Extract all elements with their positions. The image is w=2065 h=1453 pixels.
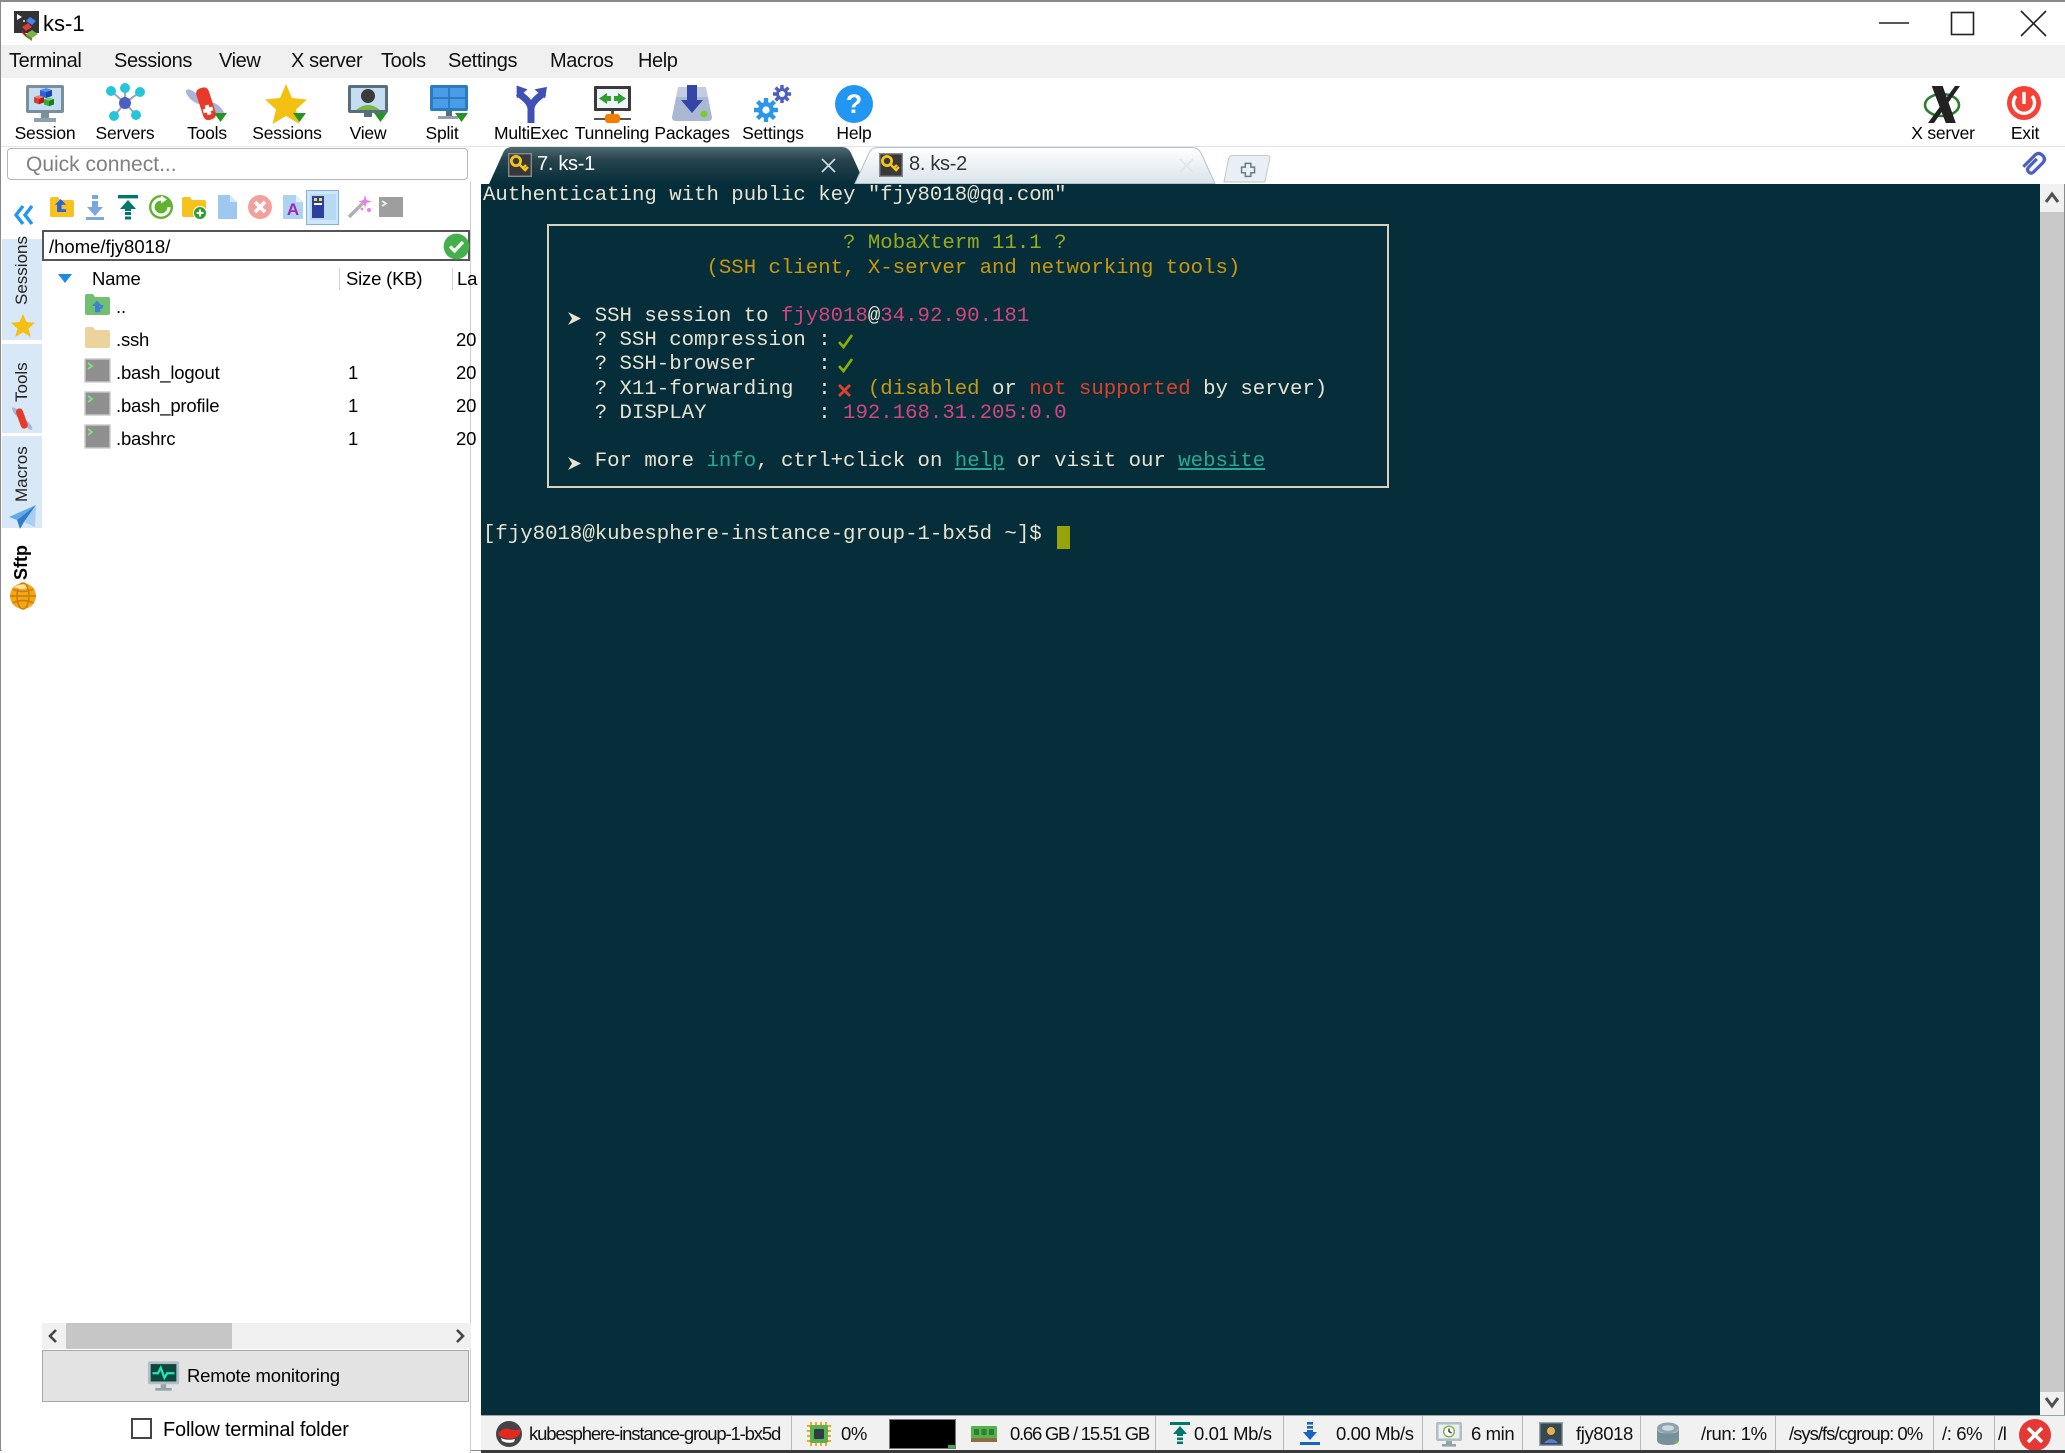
svg-text:?: ? bbox=[846, 89, 863, 119]
svg-text:A: A bbox=[287, 200, 299, 219]
